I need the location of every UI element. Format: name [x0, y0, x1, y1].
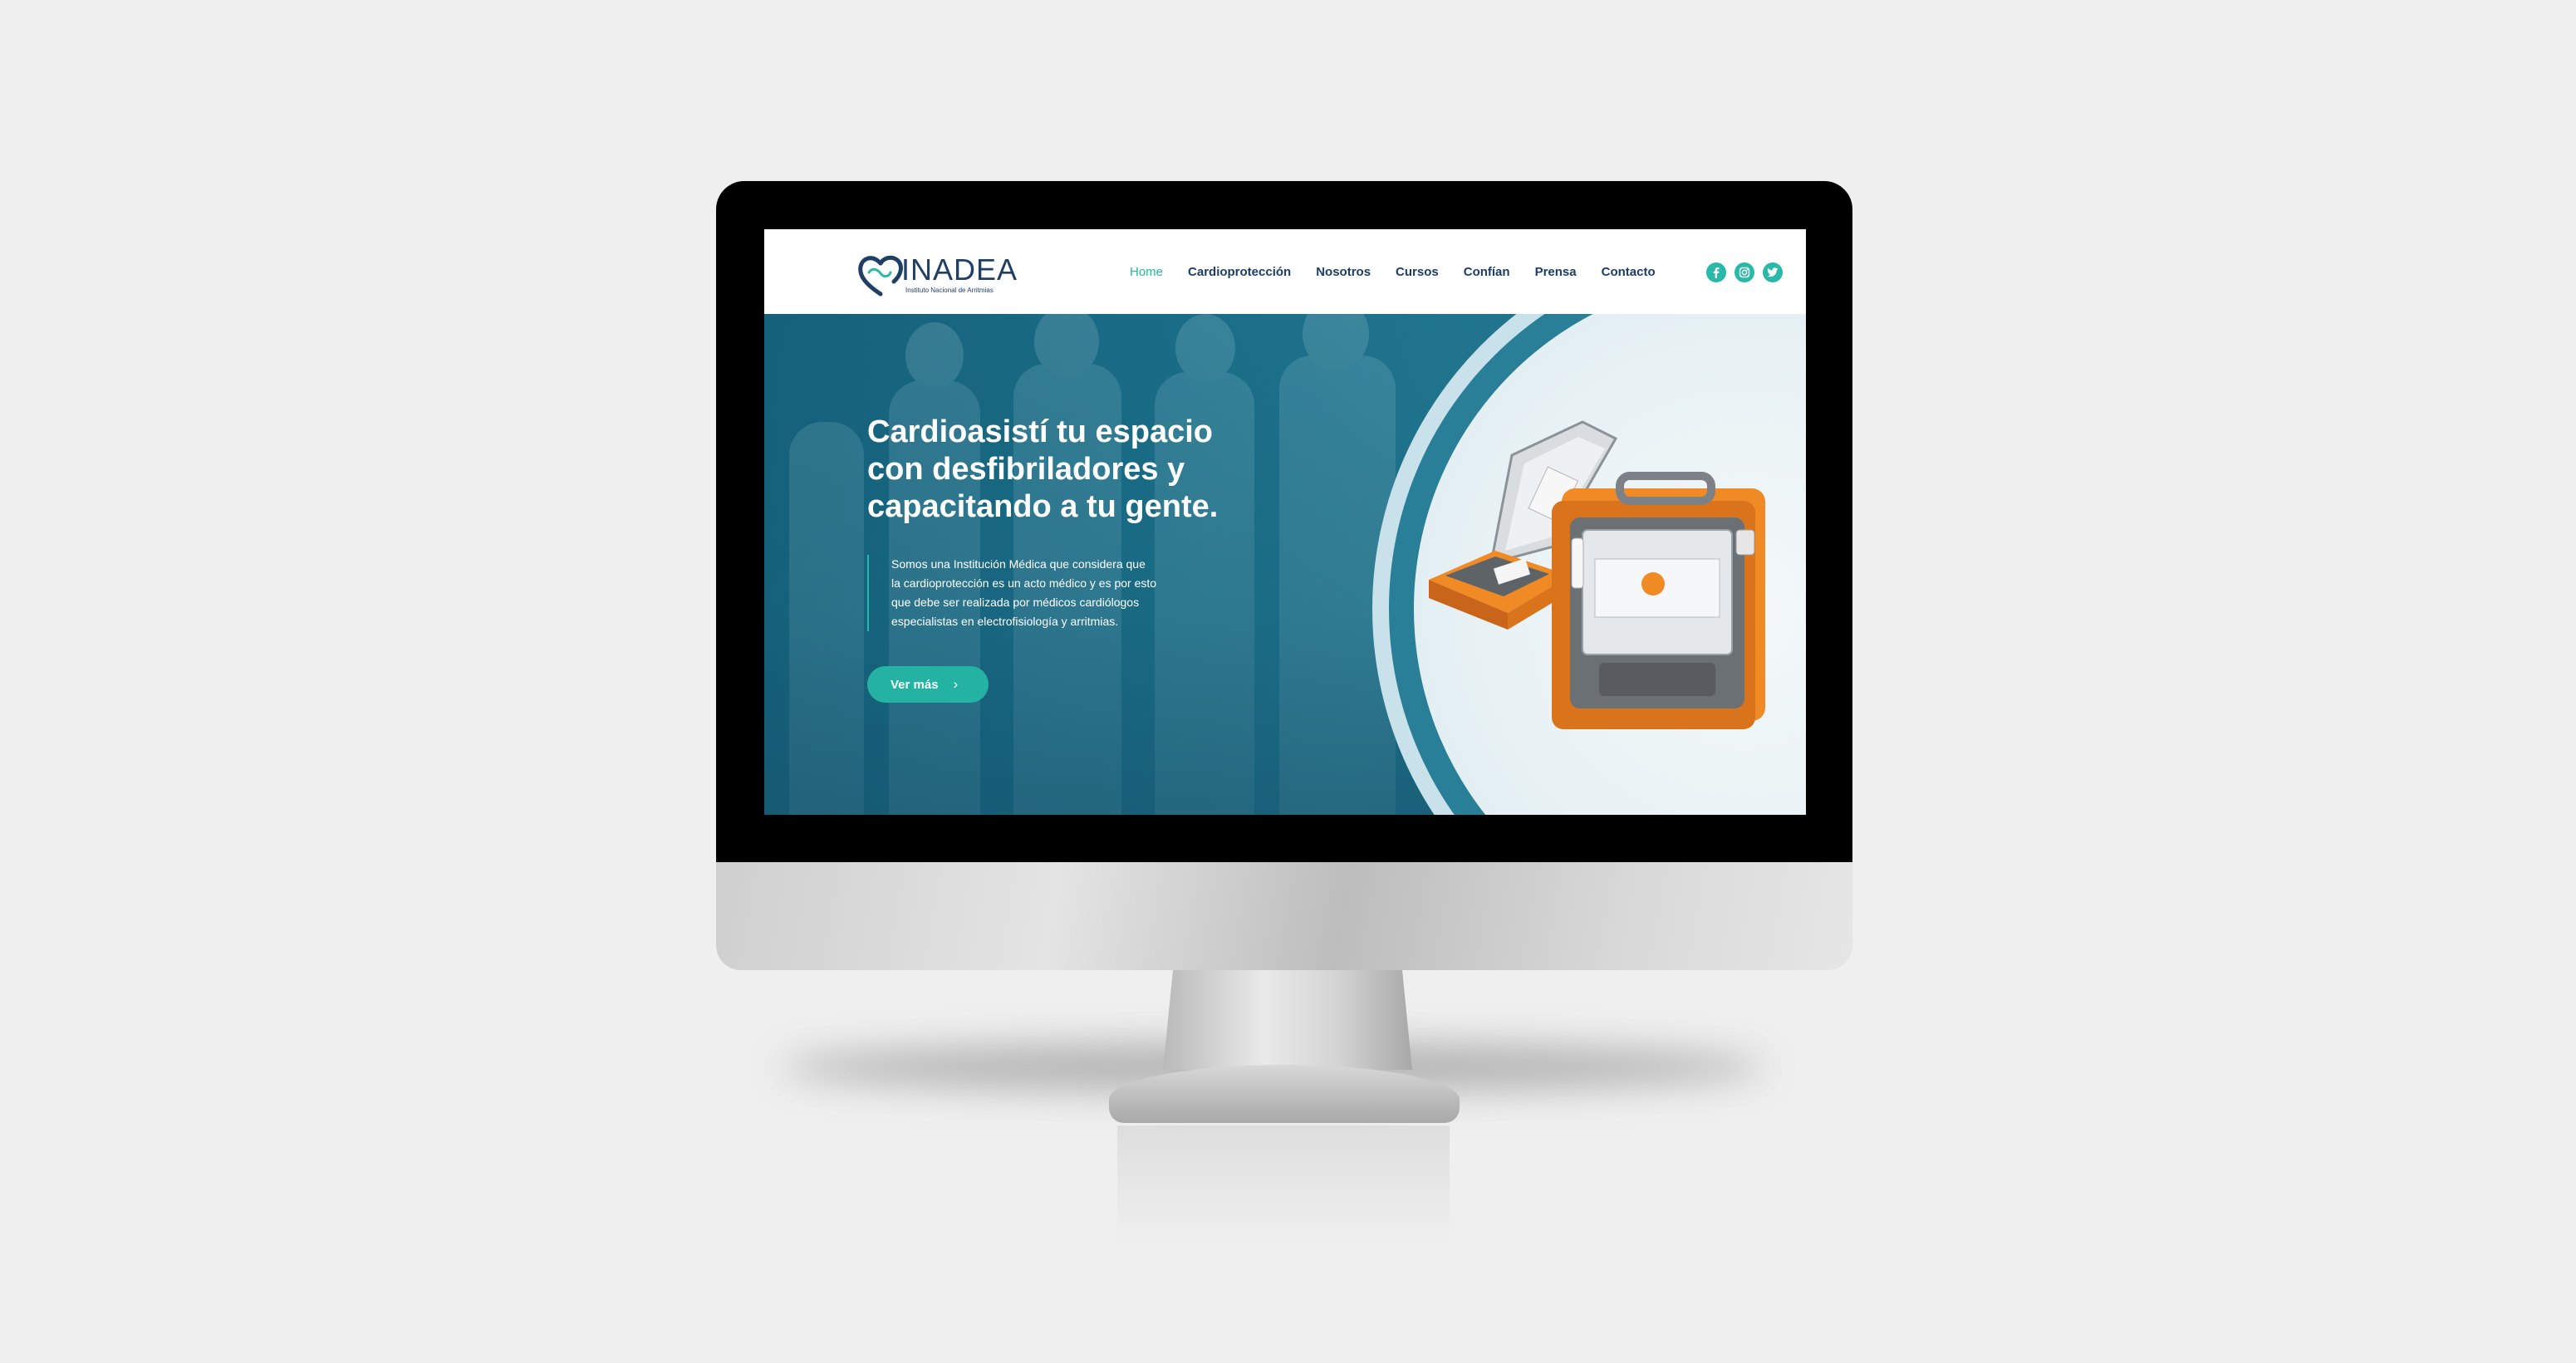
description-line-3: que debe ser realizada por médicos cardi… — [891, 596, 1140, 609]
brand-name[interactable]: INADEA — [901, 252, 1018, 287]
hero-headline: Cardioasistí tu espacio con desfibrilado… — [867, 414, 1299, 526]
nav-item-cardioproteccion[interactable]: Cardioprotección — [1188, 265, 1291, 279]
main-nav: Home Cardioprotección Nosotros Cursos Co… — [1130, 229, 1681, 314]
instagram-icon[interactable] — [1735, 262, 1754, 282]
nav-item-home[interactable]: Home — [1130, 265, 1163, 279]
nav-item-confian[interactable]: Confían — [1464, 265, 1510, 279]
mockup-stage: INADEA Instituto Nacional de Arritmias H… — [0, 0, 2576, 1363]
headline-line-3: capacitando a tu gente. — [867, 489, 1219, 524]
defibrillator-image — [1429, 420, 1765, 729]
twitter-icon[interactable] — [1763, 262, 1783, 282]
base-reflection — [1117, 1125, 1450, 1242]
social-links — [1706, 262, 1791, 282]
description-line-1: Somos una Institución Médica que conside… — [891, 557, 1146, 571]
headline-line-2: con desfibriladores y — [867, 452, 1185, 487]
hero-description: Somos una Institución Médica que conside… — [867, 555, 1156, 631]
description-line-4: especialistas en electrofisiología y arr… — [891, 615, 1119, 628]
monitor-stand — [1163, 970, 1412, 1070]
closed-defibrillator — [1552, 472, 1765, 729]
site-header: INADEA Instituto Nacional de Arritmias H… — [764, 229, 1806, 314]
website-screen: INADEA Instituto Nacional de Arritmias H… — [764, 229, 1806, 815]
brand-tagline: Instituto Nacional de Arritmias — [905, 287, 994, 294]
ver-mas-label: Ver más — [891, 677, 939, 692]
heart-logo-icon[interactable] — [857, 252, 904, 297]
facebook-icon[interactable] — [1706, 262, 1726, 282]
nav-item-nosotros[interactable]: Nosotros — [1316, 265, 1371, 279]
nav-item-contacto[interactable]: Contacto — [1602, 265, 1656, 279]
open-defibrillator-base — [1429, 551, 1570, 630]
nav-item-prensa[interactable]: Prensa — [1535, 265, 1577, 279]
nav-item-cursos[interactable]: Cursos — [1396, 265, 1439, 279]
ver-mas-button[interactable]: Ver más › — [867, 666, 989, 703]
description-line-2: la cardioprotección es un acto médico y … — [891, 576, 1157, 590]
headline-line-1: Cardioasistí tu espacio — [867, 414, 1214, 449]
hero-section: Cardioasistí tu espacio con desfibrilado… — [764, 314, 1806, 815]
monitor-chin — [716, 862, 1852, 970]
arrow-right-icon: › — [953, 676, 959, 692]
